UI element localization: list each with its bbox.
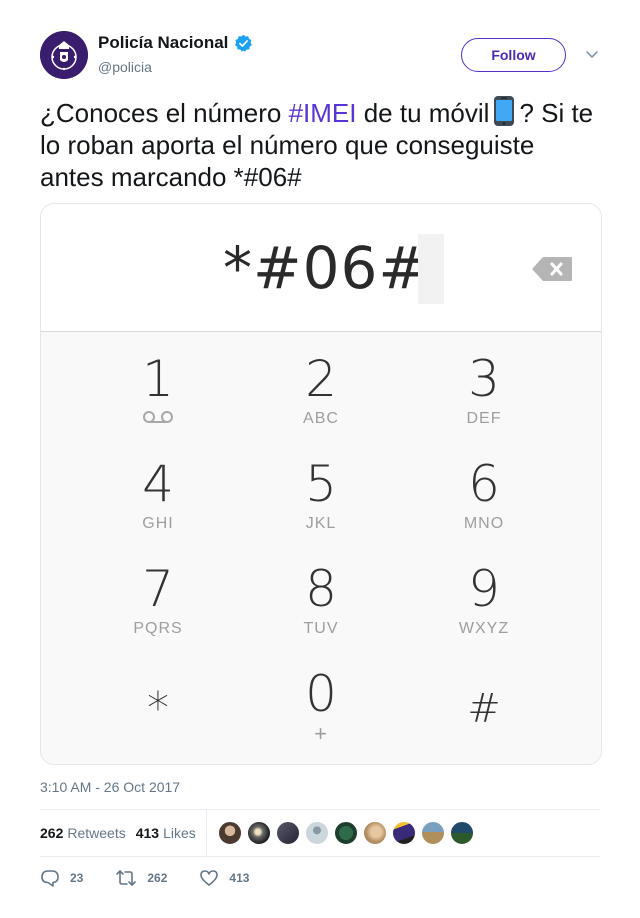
chevron-down-icon[interactable] xyxy=(585,47,599,61)
key-letters: DEF xyxy=(466,410,502,427)
dialer-display: *#06# xyxy=(41,204,601,332)
key-letters: MNO xyxy=(463,515,505,532)
key-7: 7 PQRS xyxy=(98,562,218,652)
key-digit: 7 xyxy=(142,560,174,618)
key-letters: + xyxy=(314,721,328,746)
key-digit: 5 xyxy=(305,455,337,513)
liker-avatars xyxy=(218,821,479,845)
tweet-text-part: de tu móvil xyxy=(356,98,490,128)
key-5: 5 JKL xyxy=(261,457,381,547)
retweets-label: Retweets xyxy=(67,825,126,841)
retweets-stat[interactable]: 262 Retweets xyxy=(40,825,126,841)
liker-avatar[interactable] xyxy=(421,821,445,845)
key-8: 8 TUV xyxy=(261,562,381,652)
reply-icon xyxy=(41,870,59,887)
like-count: 413 xyxy=(229,871,250,885)
key-digit: 2 xyxy=(305,350,337,408)
key-0: 0 + xyxy=(261,667,381,757)
key-digit: # xyxy=(467,686,501,732)
key-hash: # xyxy=(424,682,544,764)
display-name[interactable]: Policía Nacional xyxy=(98,33,228,53)
likes-label: Likes xyxy=(163,825,196,841)
verified-badge-icon xyxy=(234,34,253,53)
likes-count: 413 xyxy=(135,825,160,841)
key-letters: GHI xyxy=(142,515,174,532)
tweet-text-part: ¿Conoces el número xyxy=(40,98,289,128)
like-button[interactable]: 413 xyxy=(199,869,249,887)
dialed-number: *#06# xyxy=(223,234,428,302)
tweet-text: ¿Conoces el número #IMEI de tu móvil ? S… xyxy=(40,95,600,193)
retweet-count: 262 xyxy=(147,871,168,885)
key-digit: * xyxy=(147,683,169,734)
key-3: 3 DEF xyxy=(424,352,544,442)
key-digit: 6 xyxy=(468,455,500,513)
key-digit: 9 xyxy=(468,560,500,618)
follow-button[interactable]: Follow xyxy=(461,38,566,72)
key-9: 9 WXYZ xyxy=(424,562,544,652)
avatar[interactable] xyxy=(40,31,88,79)
hashtag-link[interactable]: #IMEI xyxy=(289,98,357,128)
divider xyxy=(206,810,207,856)
key-digit: 8 xyxy=(305,560,337,618)
key-4: 4 GHI xyxy=(98,457,218,547)
liker-avatar[interactable] xyxy=(363,821,387,845)
reply-count: 23 xyxy=(70,871,84,885)
liker-avatar[interactable] xyxy=(392,821,416,845)
liker-avatar[interactable] xyxy=(276,821,300,845)
name-row: Policía Nacional xyxy=(98,33,253,53)
key-digit: 1 xyxy=(142,350,174,408)
reply-button[interactable]: 23 xyxy=(40,869,83,887)
liker-avatar[interactable] xyxy=(218,821,242,845)
liker-avatar[interactable] xyxy=(450,821,474,845)
key-1: 1 xyxy=(98,352,218,442)
tweet-media-image[interactable]: *#06# 1 2 ABC 3 DEF 4 GHI 5 JKL 6 MNO 7 … xyxy=(40,203,602,765)
likes-stat[interactable]: 413 Likes xyxy=(136,825,196,841)
voicemail-icon xyxy=(98,410,218,429)
heart-icon xyxy=(200,870,219,886)
liker-avatar[interactable] xyxy=(334,821,358,845)
key-letters: PQRS xyxy=(133,620,183,637)
retweet-button[interactable]: 262 xyxy=(115,869,167,887)
key-letters: WXYZ xyxy=(458,620,510,637)
tweet-timestamp[interactable]: 3:10 AM - 26 Oct 2017 xyxy=(40,779,180,795)
key-digit: 4 xyxy=(142,455,174,513)
key-6: 6 MNO xyxy=(424,457,544,547)
key-letters: TUV xyxy=(303,620,339,637)
tweet-actions: 23 262 413 xyxy=(40,866,600,890)
tweet-header: Policía Nacional @policia Follow xyxy=(40,31,600,79)
key-letters: ABC xyxy=(303,410,339,427)
key-star: * xyxy=(98,682,218,764)
divider xyxy=(40,856,600,857)
retweet-icon xyxy=(116,870,137,886)
liker-avatar[interactable] xyxy=(247,821,271,845)
liker-avatar[interactable] xyxy=(305,821,329,845)
text-cursor xyxy=(418,234,444,304)
backspace-icon xyxy=(531,256,573,282)
key-digit: 3 xyxy=(468,350,500,408)
user-handle[interactable]: @policia xyxy=(98,59,152,75)
tweet-stats: 262 Retweets 413 Likes xyxy=(40,810,600,856)
key-digit: 0 xyxy=(305,665,337,723)
mobile-phone-icon xyxy=(493,95,515,127)
key-2: 2 ABC xyxy=(261,352,381,442)
retweets-count: 262 xyxy=(40,825,64,841)
key-letters: JKL xyxy=(305,515,337,532)
